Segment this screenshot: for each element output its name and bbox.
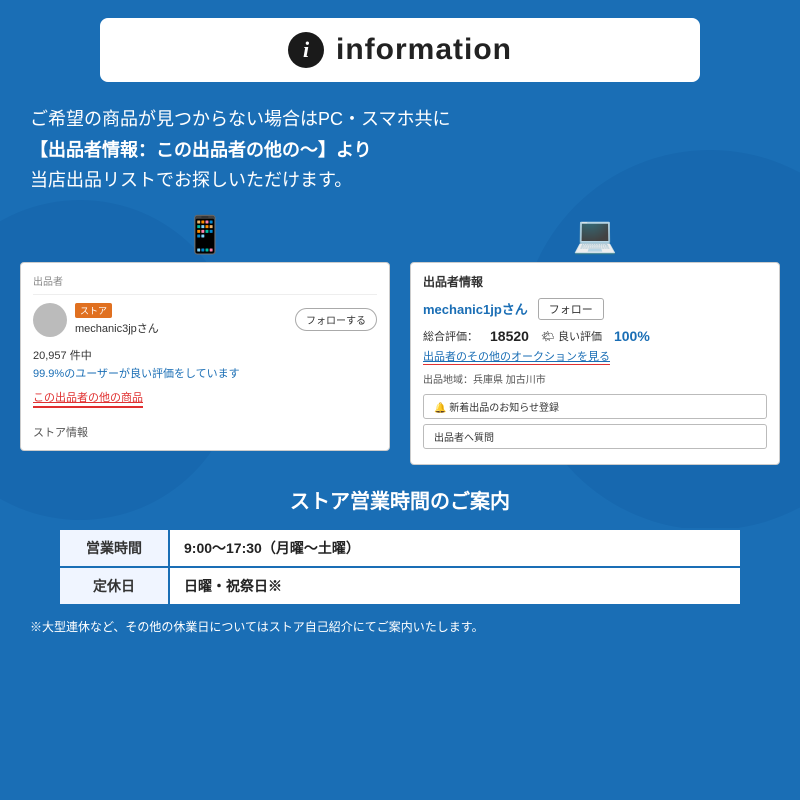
pc-rating-label: 総合評価：: [423, 328, 478, 344]
pc-good-label: 🌤 良い評価: [541, 328, 602, 344]
seller-row: ストア mechanic3jpさん フォローする: [33, 303, 377, 337]
info-header-box: i information: [100, 18, 700, 82]
info-icon: i: [288, 32, 324, 68]
pc-question-button[interactable]: 出品者へ質問: [423, 424, 767, 449]
highlight-text: 【出品者情報：この出品者の他の〜】より: [30, 140, 372, 160]
main-text-line2: 【出品者情報：この出品者の他の〜】より: [30, 135, 770, 166]
pc-rating-num: 18520: [490, 328, 529, 344]
hours-row-2: 定休日 日曜・祝祭日※: [59, 567, 741, 605]
business-title: ストア営業時間のご案内: [20, 485, 780, 514]
hours-value-2: 日曜・祝祭日※: [169, 567, 741, 605]
pc-seller-row: mechanic1jpさん フォロー: [423, 298, 767, 320]
info-title: information: [336, 33, 512, 67]
main-text-line1: ご希望の商品が見つからない場合はPC・スマホ共に: [30, 104, 770, 135]
pc-device-icon: 💻: [573, 214, 618, 256]
pc-good-pct: 100%: [614, 328, 650, 344]
pc-notify-button[interactable]: 🔔 新着出品のお知らせ登録: [423, 394, 767, 419]
footnote: ※大型連休など、その他の休業日についてはストア自己紹介にてご案内いたします。: [20, 618, 780, 635]
store-info-label: ストア情報: [33, 424, 377, 440]
review-count: 20,957 件中: [33, 347, 377, 363]
avatar: [33, 303, 67, 337]
hours-label-2: 定休日: [59, 567, 169, 605]
hours-label-1: 営業時間: [59, 529, 169, 567]
pc-location: 出品地域：兵庫県 加古川市: [423, 371, 767, 386]
review-pct: 99.9%のユーザーが良い評価をしています: [33, 365, 377, 381]
pc-rating-row: 総合評価： 18520 🌤 良い評価 100%: [423, 328, 767, 344]
mobile-screenshot-col: 📱 出品者 ストア mechanic3jpさん フォローする 20,957 件中…: [20, 214, 390, 451]
main-text-line3: 当店出品リストでお探しいただけます。: [30, 165, 770, 196]
pc-screenshot-col: 💻 出品者情報 mechanic1jpさん フォロー 総合評価： 18520 🌤…: [410, 214, 780, 465]
pc-screenshot-box: 出品者情報 mechanic1jpさん フォロー 総合評価： 18520 🌤 良…: [410, 262, 780, 465]
business-section: ストア営業時間のご案内 営業時間 9:00〜17:30（月曜〜土曜） 定休日 日…: [20, 485, 780, 635]
hours-value-1: 9:00〜17:30（月曜〜土曜）: [169, 529, 741, 567]
other-items-link[interactable]: この出品者の他の商品: [33, 389, 143, 408]
mobile-seller-name: mechanic3jpさん: [75, 320, 287, 336]
mobile-device-icon: 📱: [183, 214, 228, 256]
mobile-screenshot-box: 出品者 ストア mechanic3jpさん フォローする 20,957 件中 9…: [20, 262, 390, 451]
pc-auction-link[interactable]: 出品者のその他のオークションを見る: [423, 348, 610, 365]
seller-name-group: ストア mechanic3jpさん: [75, 303, 287, 336]
main-container: i information ご希望の商品が見つからない場合はPC・スマホ共に 【…: [0, 0, 800, 653]
hours-table: 営業時間 9:00〜17:30（月曜〜土曜） 定休日 日曜・祝祭日※: [58, 528, 742, 606]
hours-row-1: 営業時間 9:00〜17:30（月曜〜土曜）: [59, 529, 741, 567]
pc-seller-name: mechanic1jpさん: [423, 299, 528, 318]
pc-follow-button[interactable]: フォロー: [538, 298, 604, 320]
screenshots-row: 📱 出品者 ストア mechanic3jpさん フォローする 20,957 件中…: [20, 214, 780, 465]
store-badge: ストア: [75, 303, 112, 318]
seller-section-label: 出品者: [33, 273, 377, 295]
mobile-follow-button[interactable]: フォローする: [295, 308, 377, 331]
main-description: ご希望の商品が見つからない場合はPC・スマホ共に 【出品者情報：この出品者の他の…: [20, 104, 780, 196]
pc-section-title: 出品者情報: [423, 273, 767, 290]
